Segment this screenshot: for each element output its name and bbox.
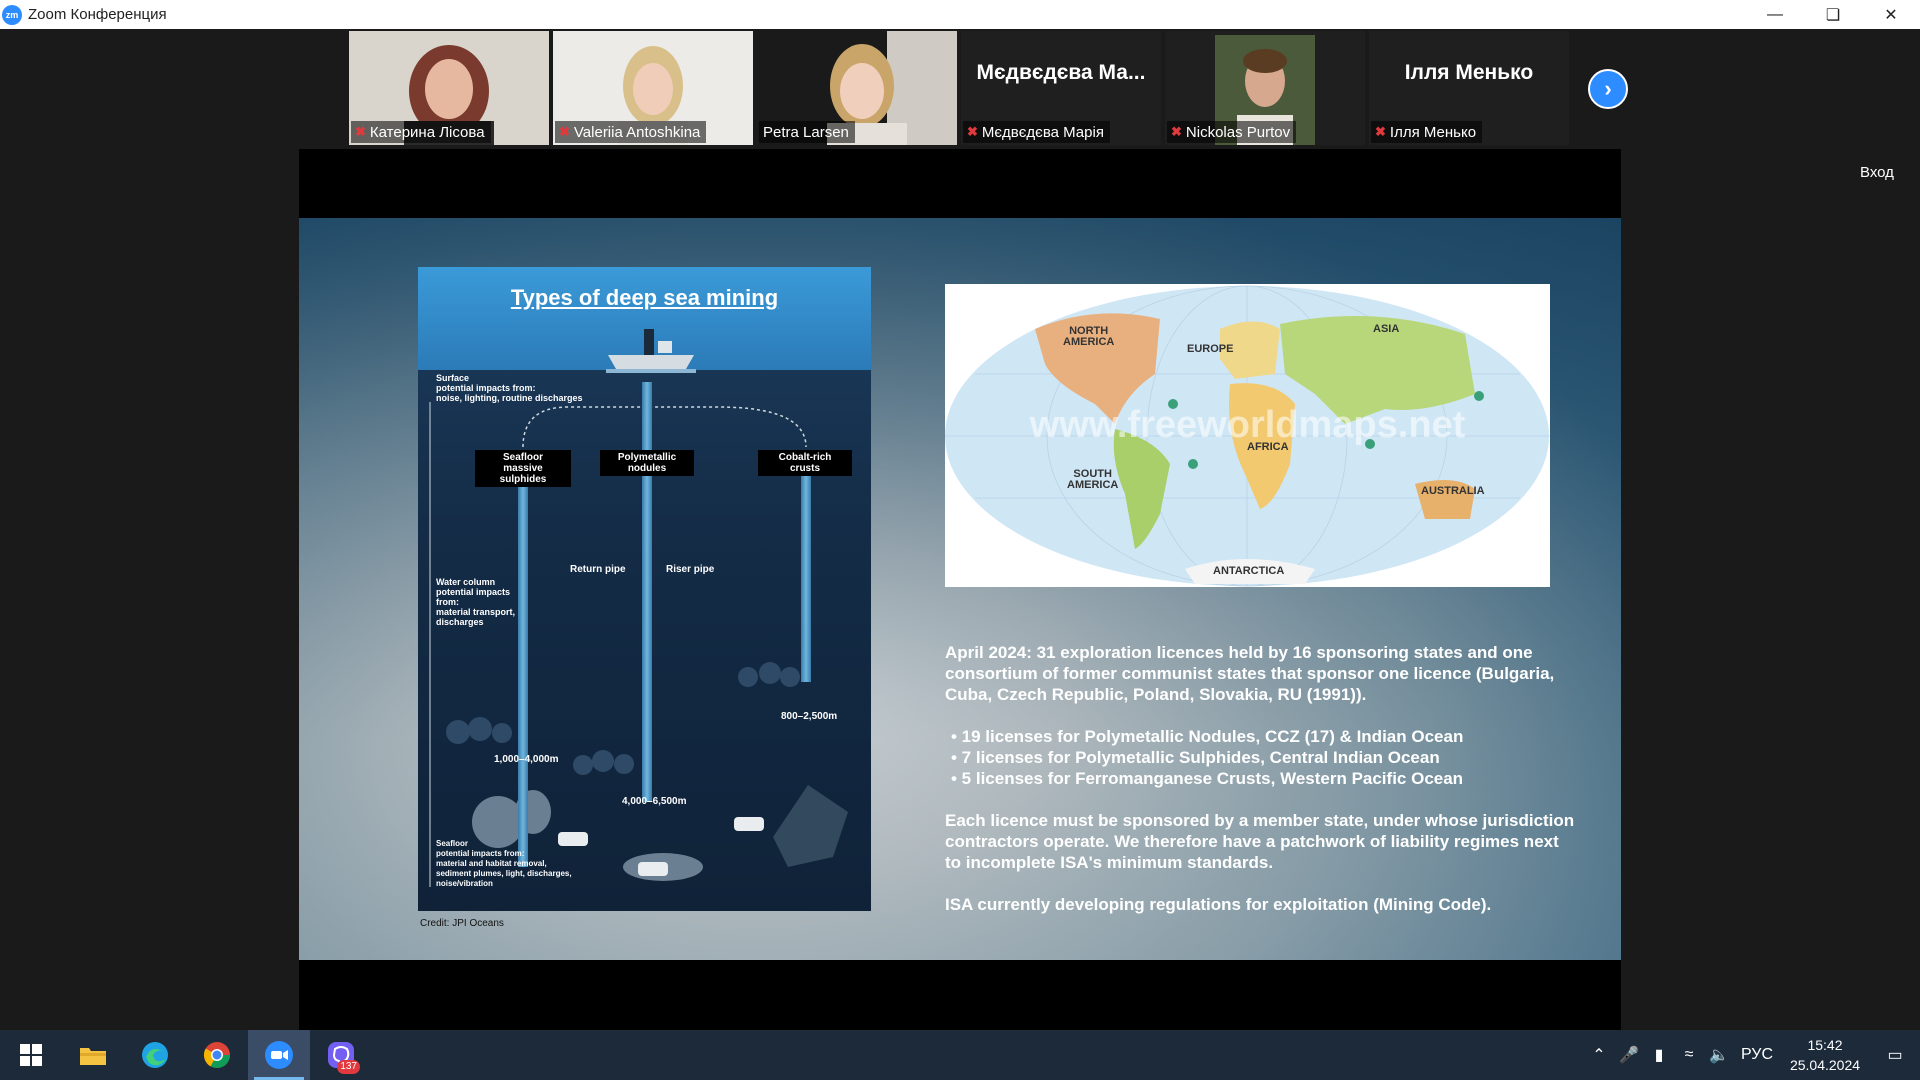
riser-pipe-nodules — [642, 382, 652, 802]
pipe-crusts — [801, 467, 811, 682]
return-pipe-label: Return pipe — [570, 564, 626, 575]
mining-code-paragraph: ISA currently developing regulations for… — [945, 895, 1492, 914]
pipe-label-sulphides: Seafloor massive sulphides — [475, 450, 571, 487]
participant-display-name: Мєдвєдєва Ма... — [976, 61, 1146, 84]
meeting-area: ✖ Катерина Лісова ✖ Valeriia Antoshkina — [0, 29, 1920, 1030]
speaker-icon[interactable]: 🔈 — [1704, 1045, 1734, 1065]
map-label-south-america: SOUTH AMERICA — [1067, 468, 1119, 491]
battery-icon[interactable]: ▮ — [1644, 1045, 1674, 1065]
seafloor-impacts-note: Seafloor potential impacts from: materia… — [436, 839, 572, 888]
system-tray: ⌃ 🎤 ▮ ≈ 🔈 РУС 15:42 25.04.2024 ▭ — [1584, 1030, 1920, 1080]
presentation-slide: Types of deep sea mining Surface potenti… — [299, 218, 1621, 960]
zoom-app-icon: zm — [2, 4, 22, 25]
restore-button[interactable]: ❏ — [1804, 0, 1862, 29]
window-controls: — ❏ ✕ — [1746, 0, 1920, 29]
mic-muted-icon: ✖ — [559, 124, 570, 139]
participant-name: Катерина Лісова — [369, 123, 485, 141]
chrome-browser-button[interactable] — [186, 1030, 248, 1080]
participant-tile[interactable]: ✖ Valeriia Antoshkina — [553, 31, 753, 145]
windows-taskbar: 137 ⌃ 🎤 ▮ ≈ 🔈 РУС 15:42 25.04.2024 ▭ — [0, 1030, 1920, 1080]
licence-item: • 19 licenses for Polymetallic Nodules, … — [951, 727, 1464, 746]
window-title: Zoom Конференция — [28, 6, 167, 23]
pipe-label-crusts: Cobalt-rich crusts — [758, 450, 852, 476]
map-label-asia: ASIA — [1373, 323, 1400, 335]
map-label-australia: AUSTRALIA — [1421, 485, 1485, 497]
viber-notification-badge: 137 — [337, 1060, 360, 1074]
participant-tile[interactable]: Мєдвєдєва Ма... ✖ Мєдвєдєва Марія — [961, 31, 1161, 145]
participant-name: Petra Larsen — [763, 123, 849, 141]
participant-name-label: ✖ Катерина Лісова — [351, 121, 491, 143]
participant-name-label: ✖ Ілля Менько — [1371, 121, 1483, 143]
notifications-icon[interactable]: ▭ — [1870, 1045, 1920, 1065]
wifi-icon[interactable]: ≈ — [1674, 1046, 1704, 1064]
participant-name-label: Petra Larsen — [759, 121, 855, 143]
map-watermark: www.freeworldmaps.net — [1029, 404, 1466, 446]
sign-in-link[interactable]: Вход — [1860, 164, 1894, 181]
map-label-north-america: NORTH AMERICA — [1063, 325, 1115, 348]
mic-muted-icon: ✖ — [1375, 124, 1386, 139]
system-clock[interactable]: 15:42 25.04.2024 — [1780, 1035, 1870, 1075]
participant-name-label: ✖ Nickolas Purtov — [1167, 121, 1297, 143]
microphone-icon[interactable]: 🎤 — [1614, 1045, 1644, 1065]
participant-tile[interactable]: Ілля Менько ✖ Ілля Менько — [1369, 31, 1569, 145]
depth-label-crusts: 800–2,500m — [781, 711, 838, 722]
clock-time: 15:42 — [1807, 1037, 1843, 1053]
minimize-button[interactable]: — — [1746, 0, 1804, 29]
next-participants-arrow-icon[interactable]: › — [1588, 69, 1628, 109]
return-pipe-sulphides — [518, 467, 528, 867]
licences-summary: April 2024: 31 exploration licences held… — [945, 643, 1555, 704]
licence-item: • 5 licenses for Ferromanganese Crusts, … — [951, 769, 1464, 788]
close-button[interactable]: ✕ — [1862, 0, 1920, 29]
file-explorer-button[interactable] — [62, 1030, 124, 1080]
participant-strip: ✖ Катерина Лісова ✖ Valeriia Antoshkina — [349, 31, 1569, 145]
mic-muted-icon: ✖ — [967, 124, 978, 139]
licence-item: • 7 licenses for Polymetallic Sulphides,… — [951, 748, 1440, 767]
slide-text-body: April 2024: 31 exploration licences held… — [945, 642, 1575, 936]
chrome-icon — [203, 1042, 231, 1069]
water-column-note: Water column potential impacts from: mat… — [436, 577, 516, 627]
participant-tile-active-speaker[interactable]: Petra Larsen — [757, 31, 957, 145]
depth-label-nodules: 4,000–6,500m — [622, 796, 687, 807]
mic-muted-icon: ✖ — [1171, 124, 1182, 139]
map-label-antarctica: ANTARCTICA — [1213, 565, 1285, 577]
depth-label-sulphides: 1,000–4,000m — [494, 754, 559, 765]
mic-muted-icon: ✖ — [355, 124, 366, 139]
participant-name: Мєдвєдєва Марія — [981, 123, 1104, 141]
start-button[interactable] — [0, 1030, 62, 1080]
participant-name-label: ✖ Valeriia Antoshkina — [555, 121, 707, 143]
participant-tile[interactable]: ✖ Катерина Лісова — [349, 31, 549, 145]
participant-name: Nickolas Purtov — [1185, 123, 1291, 141]
map-label-europe: EUROPE — [1187, 343, 1234, 355]
viber-app-button[interactable]: 137 — [310, 1030, 372, 1080]
licence-list: • 19 licenses for Polymetallic Nodules, … — [945, 726, 1575, 789]
pipe-label-nodules: Polymetallic nodules — [600, 450, 694, 476]
edge-browser-button[interactable] — [124, 1030, 186, 1080]
shared-screen: Types of deep sea mining Surface potenti… — [299, 149, 1621, 1030]
participant-name-label: ✖ Мєдвєдєва Марія — [963, 121, 1110, 143]
riser-pipe-label: Riser pipe — [666, 564, 715, 575]
participant-name: Valeriia Antoshkina — [573, 123, 701, 141]
sponsorship-paragraph: Each licence must be sponsored by a memb… — [945, 811, 1575, 872]
folder-icon — [80, 1048, 106, 1065]
zoom-icon — [265, 1041, 293, 1069]
participant-tile[interactable]: ✖ Nickolas Purtov — [1165, 31, 1365, 145]
world-map: NORTH AMERICA EUROPE ASIA AFRICA SOUTH A… — [945, 284, 1550, 587]
participant-name: Ілля Менько — [1389, 123, 1477, 141]
zoom-app-button[interactable] — [248, 1030, 310, 1080]
window-title-bar: zm Zoom Конференция — ❏ ✕ — [0, 0, 1920, 29]
edge-icon — [142, 1042, 168, 1068]
clock-date: 25.04.2024 — [1789, 1057, 1861, 1073]
participant-display-name: Ілля Менько — [1404, 61, 1534, 84]
infographic-credit: Credit: JPI Oceans — [420, 918, 504, 929]
chevron-up-icon[interactable]: ⌃ — [1584, 1045, 1614, 1065]
input-language[interactable]: РУС — [1734, 1046, 1780, 1064]
windows-logo-icon — [20, 1044, 42, 1066]
deep-sea-mining-infographic: Types of deep sea mining Surface potenti… — [418, 267, 871, 911]
